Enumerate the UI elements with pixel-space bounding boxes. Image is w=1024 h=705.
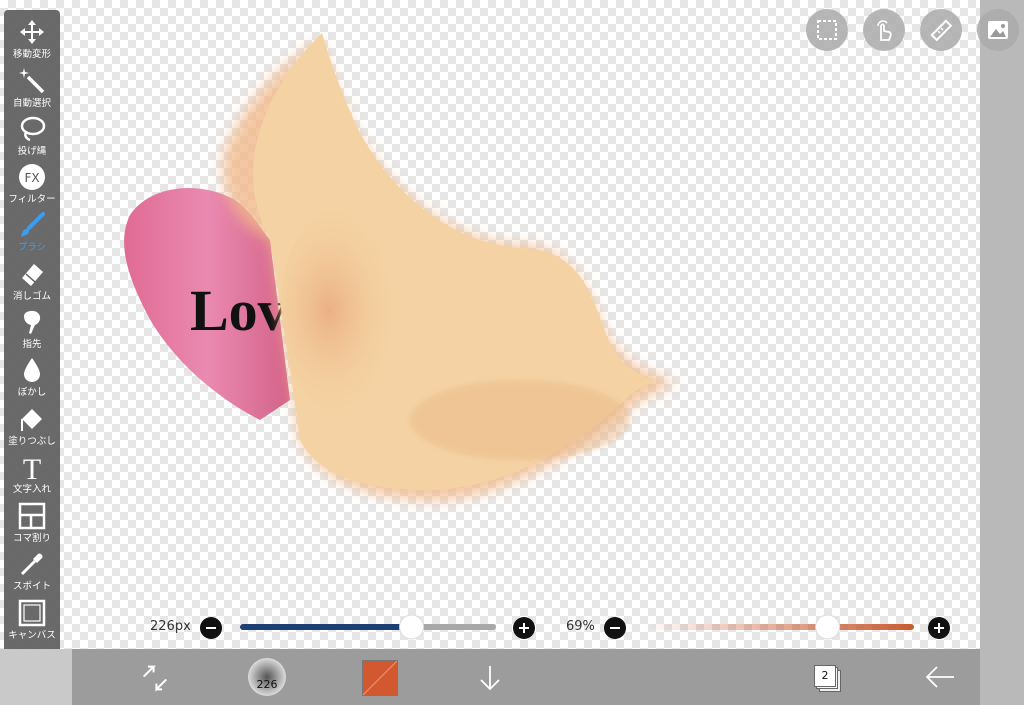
tool-auto-select[interactable]: 自動選択 xyxy=(4,65,60,113)
love-text: Lov xyxy=(190,278,287,343)
artwork: Lov xyxy=(124,33,674,501)
blur-drop-icon xyxy=(24,358,40,382)
download-icon[interactable] xyxy=(476,663,504,693)
touch-button[interactable] xyxy=(863,9,905,51)
drawing-canvas[interactable]: Lov xyxy=(0,0,980,649)
opacity-decrease-button[interactable] xyxy=(604,617,626,639)
brush-size-slider[interactable] xyxy=(232,612,504,642)
tool-label: キャンバス xyxy=(8,630,56,641)
frame-divide-icon xyxy=(18,502,46,530)
tool-canvas[interactable]: キャンバス xyxy=(4,597,60,645)
canvas-margin xyxy=(980,0,1024,705)
current-color-swatch[interactable] xyxy=(362,660,398,696)
swap-icon[interactable] xyxy=(140,663,170,693)
fx-icon: FX xyxy=(19,164,45,190)
image-icon xyxy=(988,21,1008,39)
tool-eyedropper[interactable]: スポイト xyxy=(4,548,60,596)
plus-icon xyxy=(519,623,529,633)
brush-size-increase-button[interactable] xyxy=(513,617,535,639)
tool-frame-divide[interactable]: コマ割り xyxy=(4,500,60,548)
bottom-left-margin xyxy=(0,649,72,705)
opacity-knob[interactable] xyxy=(815,614,841,640)
tool-brush[interactable]: ブラシ xyxy=(4,209,60,257)
tool-label: 自動選択 xyxy=(12,98,51,109)
tool-text[interactable]: T 文字入れ xyxy=(4,451,60,499)
brush-preview-number: 226 xyxy=(256,678,278,691)
layer-count: 2 xyxy=(814,665,836,687)
fill-bucket-icon xyxy=(21,409,42,431)
tool-blur[interactable]: ぼかし xyxy=(4,354,60,402)
selection-icon xyxy=(817,20,837,40)
tool-lasso[interactable]: 投げ縄 xyxy=(4,113,60,161)
plus-icon xyxy=(934,623,944,633)
ruler-icon xyxy=(930,19,953,42)
back-arrow-icon[interactable] xyxy=(924,663,956,691)
tool-label: 塗りつぶし xyxy=(8,436,56,447)
opacity-track xyxy=(644,624,914,630)
brush-size-label: 226px xyxy=(150,619,191,634)
brush-icon xyxy=(21,212,45,237)
svg-text:T: T xyxy=(23,453,41,481)
tool-label: スポイト xyxy=(12,581,51,592)
opacity-increase-button[interactable] xyxy=(928,617,950,639)
canvas-icon xyxy=(18,599,46,627)
tool-label: 文字入れ xyxy=(12,484,51,495)
tool-palette: 移動変形 自動選択 投げ縄 FX フィルター ブラシ 消しゴム 指先 ぼかし 塗… xyxy=(4,10,60,696)
tool-move-transform[interactable]: 移動変形 xyxy=(4,16,60,64)
tool-label: ぼかし xyxy=(17,387,47,398)
minus-icon xyxy=(206,627,216,629)
tool-label: 移動変形 xyxy=(12,49,51,60)
tool-filter[interactable]: FX フィルター xyxy=(4,161,60,209)
eyedropper-icon xyxy=(20,553,43,576)
tool-label: ブラシ xyxy=(17,242,47,253)
brush-size-fill xyxy=(240,624,412,630)
layers-button[interactable]: 2 xyxy=(814,665,841,692)
tool-fill[interactable]: 塗りつぶし xyxy=(4,403,60,451)
tool-label: フィルター xyxy=(8,194,56,205)
touch-icon xyxy=(877,20,892,41)
svg-text:FX: FX xyxy=(24,171,39,185)
move-icon xyxy=(20,20,44,44)
lasso-icon xyxy=(20,116,46,142)
brush-preview-button[interactable]: 226 xyxy=(248,658,286,696)
swatch-diagonal xyxy=(363,661,397,695)
tool-label: 投げ縄 xyxy=(17,146,47,157)
brush-size-decrease-button[interactable] xyxy=(200,617,222,639)
bottom-bar: 226 2 xyxy=(72,649,980,705)
magic-wand-icon xyxy=(19,68,45,94)
brush-size-knob[interactable] xyxy=(399,614,425,640)
opacity-slider[interactable] xyxy=(636,612,924,642)
minus-icon xyxy=(610,627,620,629)
tool-eraser[interactable]: 消しゴム xyxy=(4,258,60,306)
image-button[interactable] xyxy=(977,9,1019,51)
eraser-icon xyxy=(22,264,43,286)
tool-label: コマ割り xyxy=(12,533,51,544)
tool-finger[interactable]: 指先 xyxy=(4,306,60,354)
ruler-button[interactable] xyxy=(920,9,962,51)
text-icon: T xyxy=(23,453,41,481)
finger-icon xyxy=(24,310,41,334)
tool-label: 指先 xyxy=(22,339,42,350)
opacity-label: 69% xyxy=(566,619,595,634)
selection-button[interactable] xyxy=(806,9,848,51)
tool-label: 消しゴム xyxy=(12,291,51,302)
